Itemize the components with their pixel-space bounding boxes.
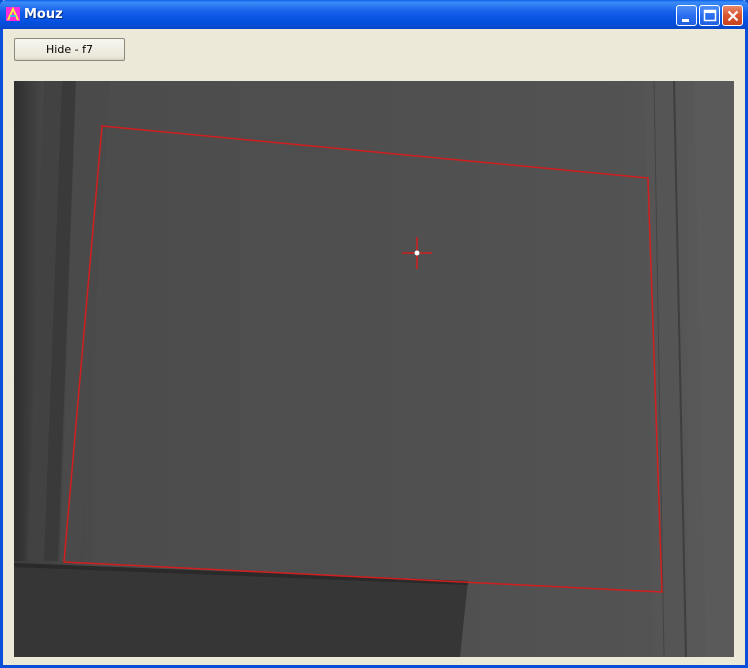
title-bar[interactable]: Mouz (0, 0, 748, 29)
camera-feed (14, 81, 734, 657)
app-icon (5, 6, 21, 22)
app-window: Mouz Hide - f7 (0, 0, 748, 668)
hide-button[interactable]: Hide - f7 (14, 38, 125, 61)
minimize-button[interactable] (676, 5, 697, 26)
window-title: Mouz (24, 7, 63, 22)
close-button[interactable] (722, 5, 743, 26)
maximize-icon (703, 9, 717, 22)
minimize-icon (682, 19, 689, 22)
maximize-button[interactable] (699, 5, 720, 26)
close-icon (727, 10, 739, 22)
camera-view[interactable] (14, 81, 734, 657)
